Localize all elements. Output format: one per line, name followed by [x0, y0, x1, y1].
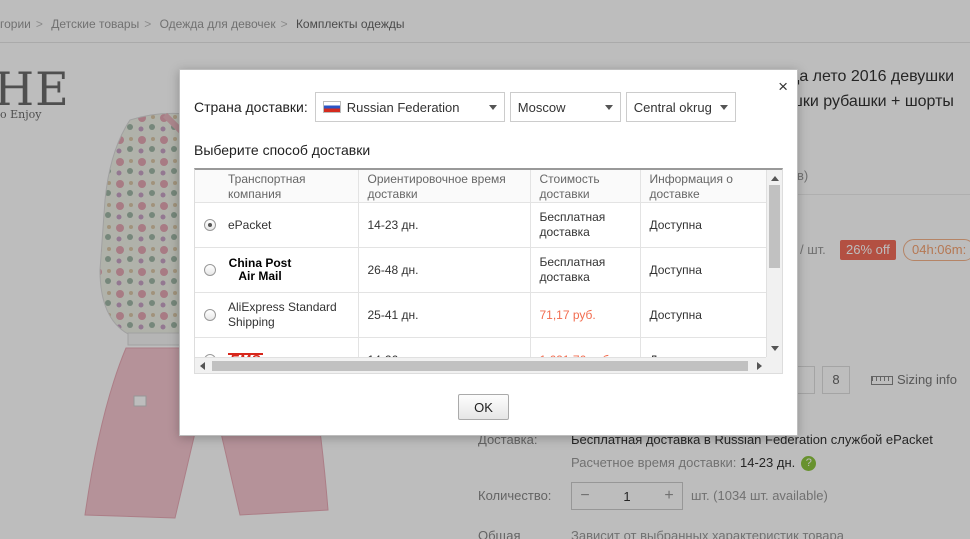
shipping-method-title: Выберите способ доставки: [194, 142, 371, 158]
delivery-time: 14-23 дн.: [358, 202, 531, 248]
column-header-cost: Стоимость доставки: [530, 170, 641, 203]
shipping-radio[interactable]: [204, 309, 216, 321]
shipping-row-epacket[interactable]: ePacket 14-23 дн. Бесплатная доставка До…: [195, 202, 768, 248]
shipping-methods-table: Транспортная компания Ориентировочное вр…: [194, 168, 783, 374]
shipping-row-china-post[interactable]: China Post Air Mail 26-48 дн. Бесплатная…: [195, 247, 768, 293]
scrollbar-thumb[interactable]: [769, 185, 780, 268]
country-label: Страна доставки:: [194, 99, 308, 115]
country-select-value: Russian Federation: [346, 99, 460, 115]
radio-cell[interactable]: [195, 292, 219, 338]
shipping-cost: Бесплатная доставка: [530, 247, 641, 293]
company-name: AliExpress Standard Shipping: [219, 292, 359, 338]
delivery-time: 25-41 дн.: [358, 292, 531, 338]
scrollbar-thumb[interactable]: [212, 361, 748, 371]
region-select[interactable]: Central okrug: [625, 92, 736, 122]
scroll-down-icon[interactable]: [771, 346, 779, 351]
column-header-company: Транспортная компания: [219, 170, 359, 203]
shipping-info: Доступна: [640, 292, 768, 338]
country-select[interactable]: Russian Federation: [314, 92, 505, 122]
chevron-down-icon: [719, 105, 728, 110]
city-select-value: Moscow: [517, 99, 566, 115]
chevron-down-icon: [488, 105, 497, 110]
shipping-cost: 71,17 руб.: [530, 292, 641, 338]
horizontal-scrollbar[interactable]: [195, 357, 767, 373]
close-icon[interactable]: ×: [778, 77, 788, 97]
column-header-info: Информация о доставке: [640, 170, 768, 203]
scroll-right-icon[interactable]: [757, 362, 762, 370]
radio-cell[interactable]: [195, 247, 219, 293]
shipping-cost: Бесплатная доставка: [530, 202, 641, 248]
shipping-radio[interactable]: [204, 264, 216, 276]
company-name: ePacket: [219, 202, 359, 248]
shipping-destination-row: Страна доставки: Russian Federation Mosc…: [194, 92, 741, 122]
logo-text-line: Air Mail: [238, 269, 282, 283]
column-header-time: Ориентировочное время доставки: [358, 170, 531, 203]
shipping-modal: × Страна доставки: Russian Federation Mo…: [179, 69, 798, 436]
shipping-row-aliexpress[interactable]: AliExpress Standard Shipping 25-41 дн. 7…: [195, 292, 768, 338]
shipping-radio[interactable]: [204, 219, 216, 231]
chevron-down-icon: [604, 105, 613, 110]
scroll-left-icon[interactable]: [200, 362, 205, 370]
ok-button[interactable]: OK: [458, 394, 509, 420]
scrollbar-corner: [766, 357, 782, 373]
table-header-row: Транспортная компания Ориентировочное вр…: [195, 170, 768, 203]
delivery-time: 26-48 дн.: [358, 247, 531, 293]
radio-cell[interactable]: [195, 202, 219, 248]
shipping-info: Доступна: [640, 202, 768, 248]
company-logo-cell: China Post Air Mail: [219, 247, 359, 293]
shipping-info: Доступна: [640, 247, 768, 293]
region-select-value: Central okrug: [633, 99, 712, 115]
scroll-up-icon[interactable]: [771, 176, 779, 181]
vertical-scrollbar[interactable]: [766, 170, 782, 357]
table-header: [195, 170, 219, 203]
city-select[interactable]: Moscow: [509, 92, 621, 122]
russia-flag-icon: [322, 101, 341, 113]
china-post-logo: China Post Air Mail: [228, 257, 292, 283]
